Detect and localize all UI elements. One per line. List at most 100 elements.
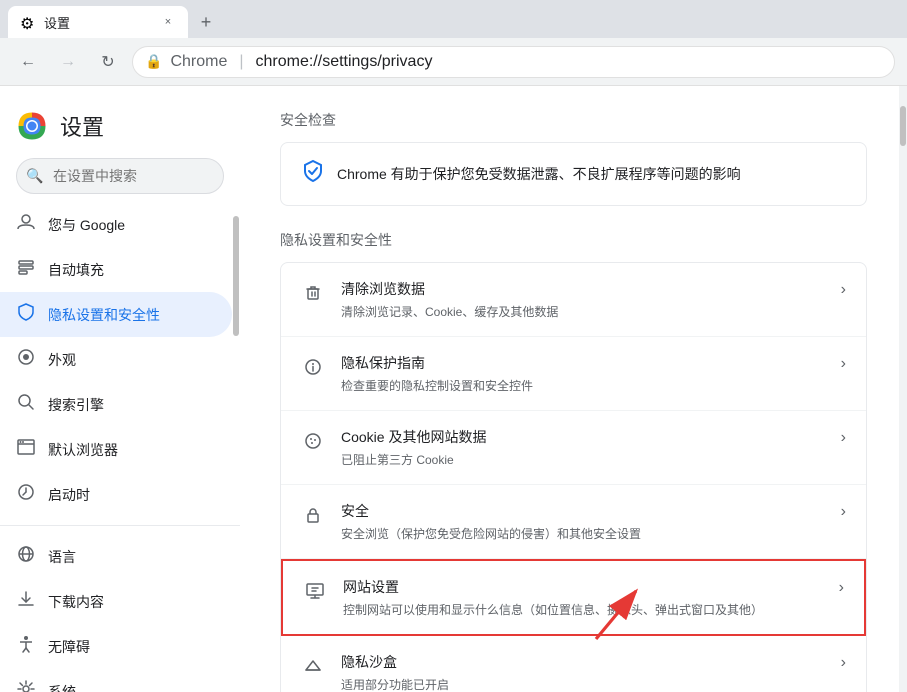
sidebar-label-accessibility: 无障碍: [48, 637, 216, 657]
sidebar-nav: 您与 Google 自动填充 隐私设置和安全性: [0, 202, 240, 692]
sidebar-item-search[interactable]: 搜索引擎: [0, 382, 232, 427]
shield-icon: [16, 302, 36, 327]
address-chrome-label: Chrome: [170, 53, 227, 71]
settings-item-cookies[interactable]: Cookie 及其他网站数据 已阻止第三方 Cookie ›: [281, 411, 866, 485]
cookies-content: Cookie 及其他网站数据 已阻止第三方 Cookie: [341, 427, 825, 468]
settings-item-privacy-sandbox[interactable]: 隐私沙盒 适用部分功能已开启 ›: [281, 636, 866, 692]
address-favicon: 🔒: [145, 53, 162, 70]
tab-favicon: ⚙: [20, 14, 36, 30]
autofill-icon: [16, 257, 36, 282]
sidebar-item-accessibility[interactable]: 无障碍: [0, 624, 232, 669]
sidebar-label-language: 语言: [48, 547, 216, 567]
chevron-right-icon-3: ›: [841, 503, 846, 521]
address-separator: |: [239, 53, 243, 71]
privacy-settings-section: 隐私设置和安全性 清除浏览数据 清除浏览记录、Cookie、缓存及其他数据 ›: [280, 230, 867, 692]
sidebar-label-appearance: 外观: [48, 350, 216, 370]
red-arrow-annotation: [580, 567, 660, 652]
sidebar-label-browser: 默认浏览器: [48, 440, 216, 460]
sandbox-icon: [301, 654, 325, 678]
security-desc: 安全浏览（保护您免受危险网站的侵害）和其他安全设置: [341, 525, 825, 542]
appearance-icon: [16, 347, 36, 372]
sidebar-scrollbar-thumb: [233, 216, 239, 336]
tab-close-button[interactable]: ×: [160, 14, 176, 30]
trash-icon: [301, 281, 325, 305]
settings-item-security[interactable]: 安全 安全浏览（保护您免受危险网站的侵害）和其他安全设置 ›: [281, 485, 866, 559]
safety-check-text: Chrome 有助于保护您免受数据泄露、不良扩展程序等问题的影响: [337, 164, 741, 184]
sidebar-label-system: 系统: [48, 682, 216, 692]
sidebar-item-default-browser[interactable]: 默认浏览器: [0, 427, 232, 472]
sidebar-label-startup: 启动时: [48, 485, 216, 505]
safety-check-card[interactable]: Chrome 有助于保护您免受数据泄露、不良扩展程序等问题的影响: [280, 142, 867, 206]
sidebar-item-downloads[interactable]: 下载内容: [0, 579, 232, 624]
security-content: 安全 安全浏览（保护您免受危险网站的侵害）和其他安全设置: [341, 501, 825, 542]
privacy-guide-title: 隐私保护指南: [341, 353, 825, 373]
sidebar-item-appearance[interactable]: 外观: [0, 337, 232, 382]
sidebar-item-language[interactable]: 语言: [0, 534, 232, 579]
privacy-guide-icon: [301, 355, 325, 379]
navigation-bar: ← → ↻ 🔒 Chrome | chrome://settings/priva…: [0, 38, 907, 86]
site-settings-icon: [303, 579, 327, 603]
privacy-sandbox-title: 隐私沙盒: [341, 652, 825, 672]
main-content: 安全检查 Chrome 有助于保护您免受数据泄露、不良扩展程序等问题的影响 隐私…: [240, 86, 907, 692]
sidebar-item-google[interactable]: 您与 Google: [0, 202, 232, 247]
chevron-right-icon-5: ›: [841, 654, 846, 672]
sidebar-scrollbar[interactable]: [232, 206, 240, 692]
cookies-icon: [301, 429, 325, 453]
refresh-button[interactable]: ↻: [92, 46, 124, 78]
privacy-guide-desc: 检查重要的隐私控制设置和安全控件: [341, 377, 825, 394]
sidebar-label-downloads: 下载内容: [48, 592, 216, 612]
chevron-right-icon-4: ›: [839, 579, 844, 597]
sidebar-label-google: 您与 Google: [48, 215, 216, 235]
sidebar-search-container: 🔍: [16, 158, 224, 194]
safety-check-section-title: 安全检查: [280, 110, 867, 130]
settings-item-site-settings[interactable]: 网站设置 控制网站可以使用和显示什么信息（如位置信息、摄像头、弹出式窗口及其他）…: [281, 559, 866, 636]
browser-frame: ⚙ 设置 × + ← → ↻ 🔒 Chrome | chrome://setti…: [0, 0, 907, 692]
clear-browsing-title: 清除浏览数据: [341, 279, 825, 299]
tab-title: 设置: [44, 13, 152, 32]
user-icon: [16, 212, 36, 237]
sidebar-label-autofill: 自动填充: [48, 260, 216, 280]
download-icon: [16, 589, 36, 614]
content-area: 设置 🔍 您与 Google: [0, 86, 907, 692]
sidebar-search-input[interactable]: [16, 158, 224, 194]
sidebar-item-privacy[interactable]: 隐私设置和安全性: [0, 292, 232, 337]
active-tab[interactable]: ⚙ 设置 ×: [8, 6, 188, 38]
lock-icon: [301, 503, 325, 527]
settings-list: 清除浏览数据 清除浏览记录、Cookie、缓存及其他数据 › 隐私保护指南 检查…: [280, 262, 867, 692]
sidebar-item-system[interactable]: 系统: [0, 669, 232, 692]
accessibility-icon: [16, 634, 36, 659]
new-tab-button[interactable]: +: [192, 8, 220, 36]
cookies-desc: 已阻止第三方 Cookie: [341, 451, 825, 468]
startup-icon: [16, 482, 36, 507]
back-button[interactable]: ←: [12, 46, 44, 78]
privacy-section-title: 隐私设置和安全性: [280, 230, 867, 250]
address-path: chrome://settings/privacy: [256, 53, 433, 71]
sidebar-header: 设置: [0, 102, 240, 158]
sidebar-item-startup[interactable]: 启动时: [0, 472, 232, 517]
main-scrollbar-thumb: [900, 106, 906, 146]
privacy-guide-content: 隐私保护指南 检查重要的隐私控制设置和安全控件: [341, 353, 825, 394]
language-icon: [16, 544, 36, 569]
clear-browsing-desc: 清除浏览记录、Cookie、缓存及其他数据: [341, 303, 825, 320]
sidebar-item-autofill[interactable]: 自动填充: [0, 247, 232, 292]
main-scrollbar[interactable]: [899, 86, 907, 692]
sidebar: 设置 🔍 您与 Google: [0, 86, 240, 692]
privacy-sandbox-content: 隐私沙盒 适用部分功能已开启: [341, 652, 825, 692]
security-title: 安全: [341, 501, 825, 521]
search-icon: [16, 392, 36, 417]
chevron-right-icon-2: ›: [841, 429, 846, 447]
forward-button[interactable]: →: [52, 46, 84, 78]
chrome-logo-icon: [16, 110, 48, 142]
sidebar-label-search: 搜索引擎: [48, 395, 216, 415]
sidebar-divider: [0, 525, 240, 526]
chevron-right-icon-0: ›: [841, 281, 846, 299]
clear-browsing-content: 清除浏览数据 清除浏览记录、Cookie、缓存及其他数据: [341, 279, 825, 320]
address-bar[interactable]: 🔒 Chrome | chrome://settings/privacy: [132, 46, 895, 78]
settings-item-clear-browsing[interactable]: 清除浏览数据 清除浏览记录、Cookie、缓存及其他数据 ›: [281, 263, 866, 337]
cookies-title: Cookie 及其他网站数据: [341, 427, 825, 447]
settings-item-privacy-guide[interactable]: 隐私保护指南 检查重要的隐私控制设置和安全控件 ›: [281, 337, 866, 411]
sidebar-search-icon: 🔍: [26, 168, 43, 185]
privacy-sandbox-desc: 适用部分功能已开启: [341, 676, 825, 692]
chevron-right-icon-1: ›: [841, 355, 846, 373]
sidebar-app-title: 设置: [60, 110, 104, 142]
